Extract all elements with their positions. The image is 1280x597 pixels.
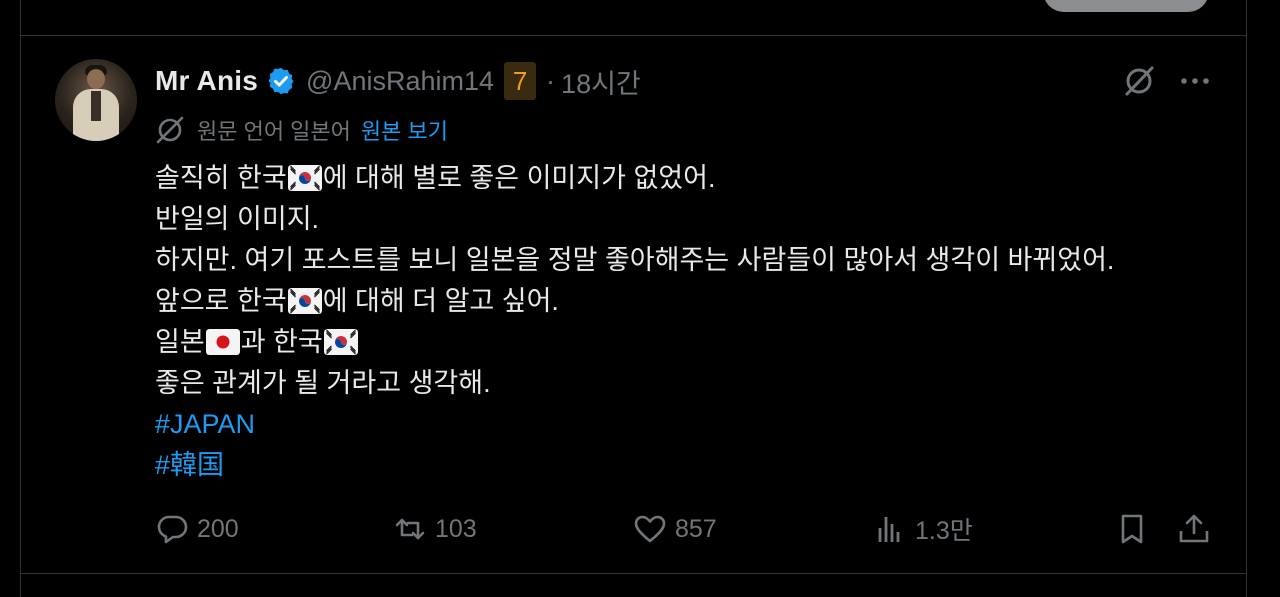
tweet-text-line: #韓国 <box>155 445 1215 486</box>
repost-icon <box>395 518 425 540</box>
tweet-text-segment: 일본 <box>155 327 205 357</box>
views-button[interactable]: 1.3만 <box>873 506 973 552</box>
tweet-text-line: 일본 과 한국 <box>155 322 1215 363</box>
more-icon[interactable] <box>1178 68 1212 94</box>
like-count: 857 <box>675 514 717 543</box>
hashtag-link[interactable]: #韓国 <box>155 450 224 480</box>
share-icon <box>1179 514 1209 543</box>
views-count: 1.3만 <box>915 517 973 545</box>
tweet-text-line: 솔직히 한국 에 대해 별로 좋은 이미지가 없었어. <box>155 158 1215 199</box>
grok-icon[interactable] <box>1122 64 1156 98</box>
tweet-text-segment: 솔직히 한국 <box>155 163 287 193</box>
tweet-text: 솔직히 한국 에 대해 별로 좋은 이미지가 없었어. 반일의 이미지. 하지만. 여… <box>155 158 1215 486</box>
tweet-text-line: 앞으로 한국 에 대해 더 알고 싶어. <box>155 281 1215 322</box>
avatar[interactable] <box>55 59 137 141</box>
verified-badge-icon <box>268 67 294 95</box>
view-original-link[interactable]: 원본 보기 <box>361 114 448 146</box>
translation-label: 원문 언어 일본어 <box>197 119 351 144</box>
views-icon <box>878 517 900 542</box>
share-button[interactable] <box>1177 506 1211 552</box>
korea-flag-icon <box>287 288 322 314</box>
like-icon <box>634 515 666 543</box>
tweet-text-segment: 에 대해 더 알고 싶어. <box>322 286 559 316</box>
tweet-text-line: 하지만. 여기 포스트를 보니 일본을 정말 좋아해주는 사람들이 많아서 생각… <box>155 240 1215 281</box>
timestamp[interactable]: 18시간 <box>561 62 641 101</box>
tweet-text-segment: 앞으로 한국 <box>155 286 287 316</box>
korea-flag-icon <box>287 165 322 191</box>
tweet-text-segment: 과 한국 <box>240 327 323 357</box>
bookmark-icon <box>1121 514 1143 544</box>
tweet-text-segment: 에 대해 별로 좋은 이미지가 없었어. <box>322 163 716 193</box>
action-bar: 200 103 857 1.3만 <box>155 506 1215 552</box>
tweet-text-line: 좋은 관계가 될 거라고 생각해. <box>155 363 1215 404</box>
tweet-header: Mr Anis @AnisRahim14 7 · 18시간 <box>155 62 641 100</box>
author-name[interactable]: Mr Anis <box>155 65 258 97</box>
label-badge: 7 <box>504 62 537 100</box>
tweet-text-segment: 하지만. 여기 포스트를 보니 일본을 정말 좋아해주는 사람들이 많아서 생각… <box>155 245 1115 275</box>
reply-count: 200 <box>197 514 239 543</box>
japan-flag-icon <box>205 329 240 355</box>
translate-icon <box>156 116 184 144</box>
reply-button[interactable]: 200 <box>155 506 239 552</box>
tweet-text-segment: 좋은 관계가 될 거라고 생각해. <box>155 368 491 398</box>
author-handle[interactable]: @AnisRahim14 <box>306 66 494 97</box>
tweet-text-line: 반일의 이미지. <box>155 199 1215 240</box>
translation-row: 원문 언어 일본어 원본 보기 <box>155 113 448 147</box>
divider <box>20 573 1247 574</box>
korea-flag-icon <box>323 329 358 355</box>
tweet-text-segment: 반일의 이미지. <box>155 204 320 234</box>
repost-count: 103 <box>435 514 477 543</box>
tweet-text-line: #JAPAN <box>155 404 1215 445</box>
like-button[interactable]: 857 <box>633 506 717 552</box>
separator: · <box>546 65 556 96</box>
hashtag-link[interactable]: #JAPAN <box>155 409 255 439</box>
bookmark-button[interactable] <box>1115 506 1149 552</box>
repost-button[interactable]: 103 <box>393 506 477 552</box>
reply-icon <box>157 515 188 544</box>
